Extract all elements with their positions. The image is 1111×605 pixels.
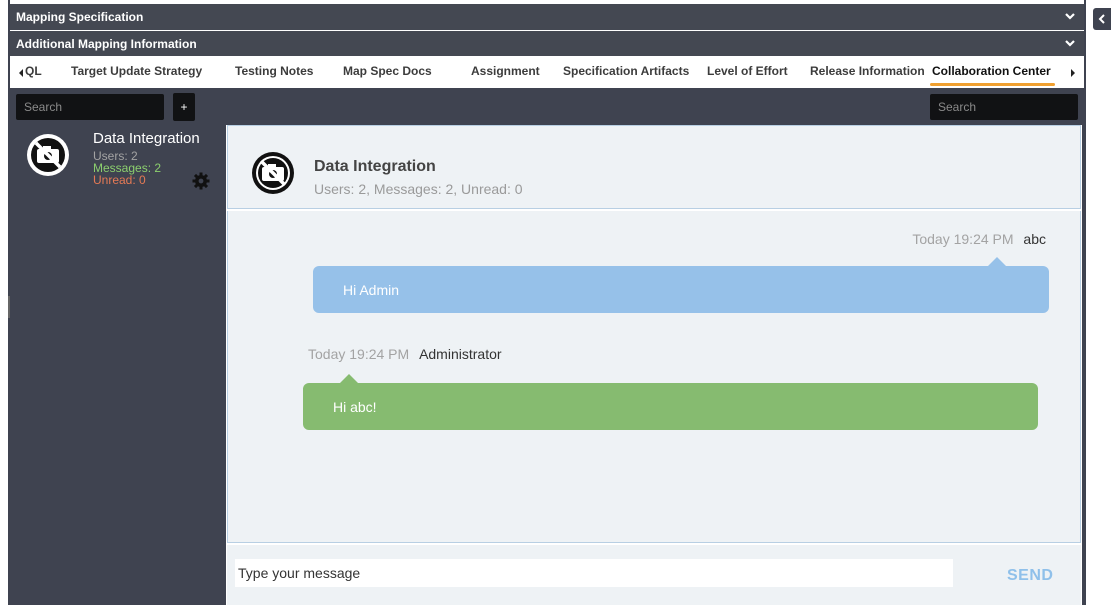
chevron-left-icon — [1098, 14, 1105, 24]
chevron-down-icon[interactable] — [1064, 10, 1076, 22]
bubble-caret — [340, 374, 358, 383]
collapse-right-panel-button[interactable] — [1093, 8, 1111, 30]
message-meta: Today 19:24 PM abc — [912, 231, 1046, 247]
message-bubble: Hi Admin — [313, 257, 1049, 313]
room-list-item[interactable]: Data Integration Users: 2 Messages: 2 Un… — [20, 128, 220, 198]
message-list[interactable]: Today 19:24 PM abc Hi Admin Today 19:24 … — [227, 211, 1081, 543]
chat-panel: Data Integration Users: 2, Messages: 2, … — [226, 125, 1082, 605]
message-input[interactable]: Type your message — [235, 559, 953, 587]
tab-level-of-effort[interactable]: Level of Effort — [707, 64, 788, 78]
tab-ql[interactable]: QL — [25, 64, 42, 78]
collaboration-center: Search + Search Data Integration Users: … — [10, 88, 1084, 605]
tab-release-information[interactable]: Release Information — [810, 64, 925, 78]
room-name: Data Integration — [93, 130, 200, 147]
message-author: Administrator — [419, 346, 502, 362]
chat-stats: Users: 2, Messages: 2, Unread: 0 — [314, 181, 523, 197]
scroll-tabs-right-icon[interactable] — [1068, 66, 1078, 80]
no-photo-icon — [27, 134, 69, 176]
tab-assignment[interactable]: Assignment — [471, 64, 540, 78]
bubble-caret — [988, 257, 1006, 266]
gear-icon[interactable] — [192, 172, 210, 190]
chat-title: Data Integration — [314, 158, 436, 175]
tab-target-update-strategy[interactable]: Target Update Strategy — [71, 64, 202, 78]
message-author: abc — [1023, 231, 1046, 247]
chat-header: Data Integration Users: 2, Messages: 2, … — [227, 125, 1081, 209]
message-text: Hi abc! — [333, 398, 377, 415]
message-bubble: Hi abc! — [303, 374, 1038, 430]
message-composer: Type your message SEND — [227, 545, 1081, 605]
chevron-down-icon[interactable] — [1064, 37, 1076, 49]
section-title: Additional Mapping Information — [16, 37, 197, 51]
right-gutter — [1086, 0, 1111, 605]
tab-specification-artifacts[interactable]: Specification Artifacts — [563, 64, 689, 78]
tab-map-spec-docs[interactable]: Map Spec Docs — [343, 64, 432, 78]
message-time: Today 19:24 PM — [912, 231, 1014, 247]
message-search-input[interactable]: Search — [930, 94, 1078, 120]
tab-bar: QL Target Update Strategy Testing Notes … — [10, 56, 1084, 88]
room-search-input[interactable]: Search — [16, 94, 164, 120]
no-photo-icon — [252, 152, 294, 194]
section-mapping-specification[interactable]: Mapping Specification — [10, 4, 1084, 30]
section-additional-mapping-information[interactable]: Additional Mapping Information — [10, 31, 1084, 57]
plus-icon: + — [180, 100, 188, 114]
message-time: Today 19:24 PM — [308, 346, 410, 362]
message-text: Hi Admin — [343, 281, 400, 298]
tab-collaboration-center[interactable]: Collaboration Center — [930, 64, 1055, 86]
tab-testing-notes[interactable]: Testing Notes — [235, 64, 313, 78]
message-meta: Today 19:24 PM Administrator — [308, 346, 502, 362]
add-room-button[interactable]: + — [173, 93, 195, 121]
section-title: Mapping Specification — [16, 10, 144, 24]
send-button[interactable]: SEND — [1007, 567, 1053, 585]
room-unread-count: Unread: 0 — [93, 173, 146, 187]
